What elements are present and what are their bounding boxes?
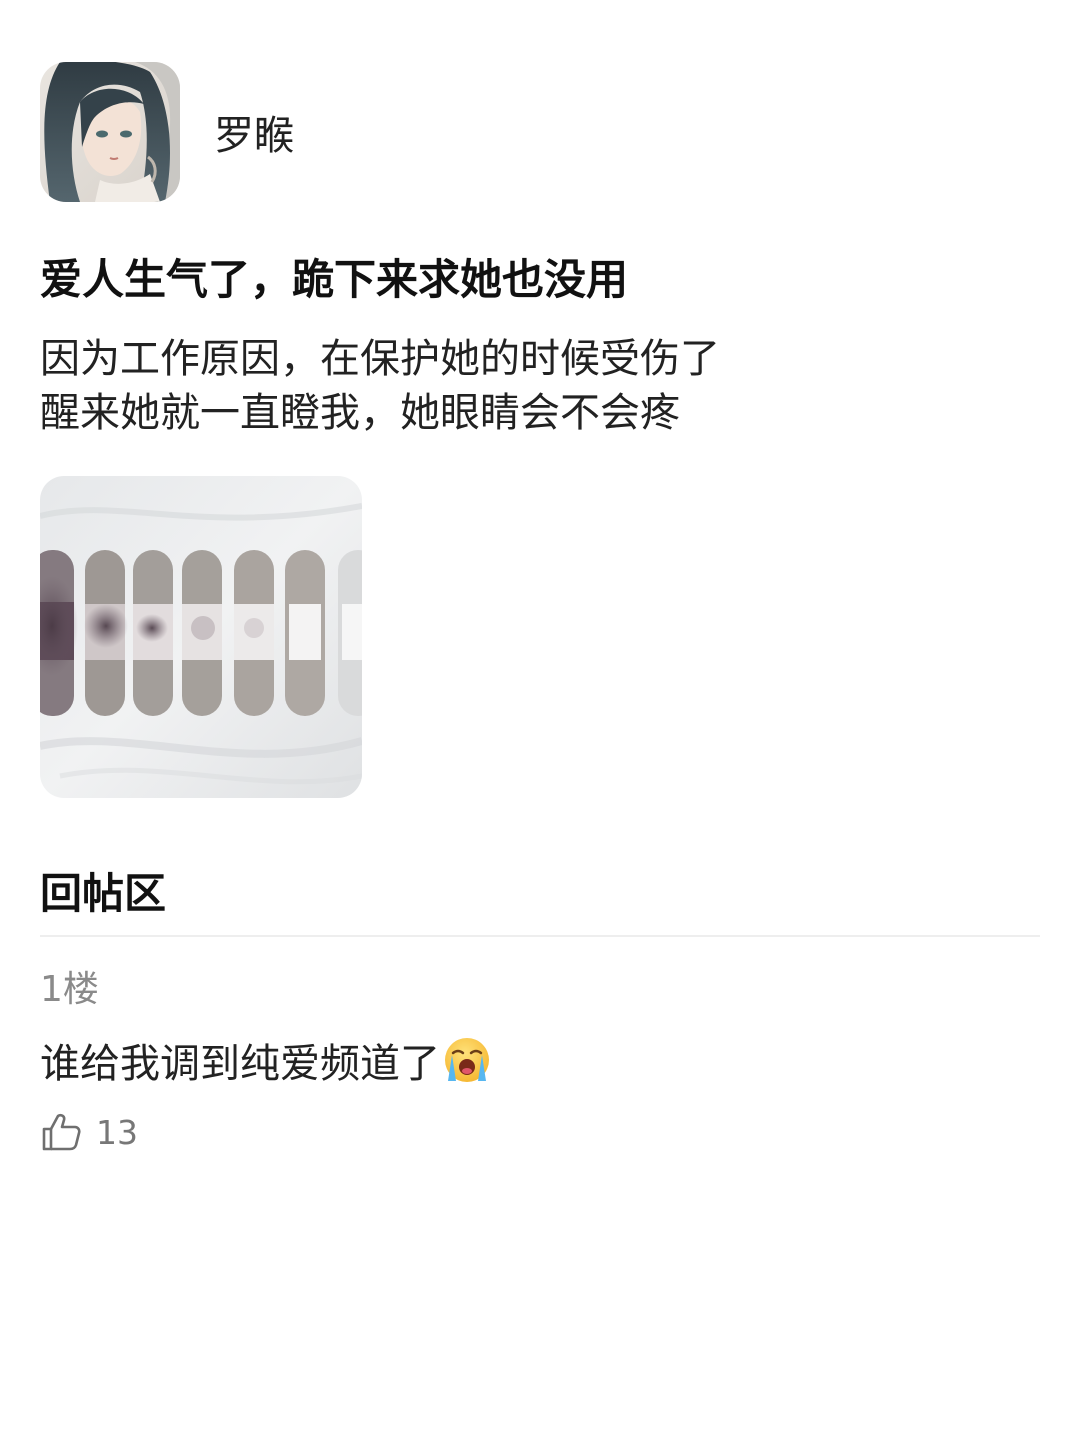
post-author: 罗睺 (40, 62, 294, 202)
author-name[interactable]: 罗睺 (214, 103, 294, 161)
like-count: 13 (96, 1112, 138, 1152)
section-divider (40, 935, 1040, 937)
reply-floor-label: 1楼 (40, 969, 99, 1010)
post-title: 爱人生气了，跪下来求她也没用 (40, 255, 629, 304)
anime-girl-avatar-icon (40, 62, 180, 202)
reply-text: 谁给我调到纯爱频道了 (40, 1041, 440, 1087)
reply-item: 谁给我调到纯爱频道了 (40, 1030, 492, 1090)
replies-heading: 回帖区 (40, 869, 167, 918)
like-button[interactable]: 13 (40, 1108, 138, 1156)
post-body: 因为工作原因，在保护她的时候受伤了 醒来她就一直瞪我，她眼睛会不会疼 (40, 332, 1040, 440)
thumbs-up-icon (42, 1113, 81, 1151)
loudly-crying-face-icon (445, 1038, 489, 1082)
post-image[interactable] (40, 476, 362, 798)
post-body-line: 因为工作原因，在保护她的时候受伤了 (40, 336, 720, 382)
post-body-line: 醒来她就一直瞪我，她眼睛会不会疼 (40, 390, 680, 436)
author-avatar[interactable] (40, 62, 180, 202)
bandages-photo-icon (40, 476, 362, 798)
